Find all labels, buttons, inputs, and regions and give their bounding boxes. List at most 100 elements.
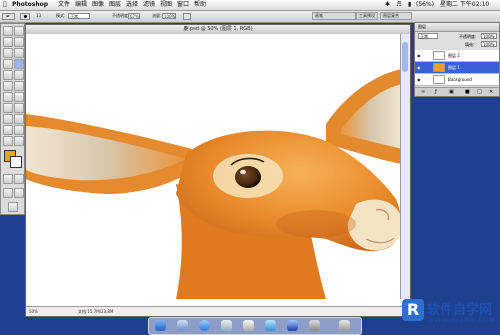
menu-image[interactable]: 图像 bbox=[92, 1, 104, 9]
mask-icon[interactable]: ▣ bbox=[449, 89, 454, 95]
apple-menu-icon[interactable]:  bbox=[3, 1, 7, 9]
menu-edit[interactable]: 编辑 bbox=[75, 1, 87, 9]
layer-fill-field[interactable]: 100% bbox=[481, 41, 497, 47]
menu-window[interactable]: 窗口 bbox=[177, 1, 189, 9]
tab-layer-comps[interactable]: 图层复合 bbox=[380, 12, 412, 20]
battery-icon[interactable]: ▮ bbox=[408, 1, 411, 9]
layers-panel-header: 图层 bbox=[415, 23, 499, 32]
bluetooth-icon[interactable]: ✱ bbox=[385, 1, 390, 9]
layer-blend-mode[interactable]: 正常 bbox=[418, 33, 438, 39]
history-brush-tool-icon[interactable] bbox=[14, 70, 24, 80]
iphoto-icon[interactable] bbox=[243, 320, 254, 331]
mode-select[interactable]: 正常 bbox=[68, 13, 90, 19]
blur-tool-icon[interactable] bbox=[3, 92, 13, 102]
trash-icon[interactable]: ✕ bbox=[489, 89, 493, 95]
layer-fill-label: 填充: bbox=[465, 42, 475, 47]
mail-icon[interactable] bbox=[177, 320, 188, 331]
stamp-tool-icon[interactable] bbox=[3, 70, 13, 80]
menu-select[interactable]: 选择 bbox=[126, 1, 138, 9]
volume-icon[interactable]: ♬ bbox=[396, 1, 401, 9]
menu-filter[interactable]: 滤镜 bbox=[143, 1, 155, 9]
healing-tool-icon[interactable] bbox=[3, 59, 13, 69]
dodge-tool-icon[interactable] bbox=[14, 92, 24, 102]
logo-url: WWW.RJZXW.COM bbox=[428, 317, 496, 324]
layer-style-icon[interactable]: ƒ bbox=[435, 89, 437, 95]
screen-mode-icon[interactable] bbox=[3, 188, 13, 198]
eye-icon[interactable]: ◉ bbox=[417, 53, 423, 59]
gradient-tool-icon[interactable] bbox=[14, 81, 24, 91]
tool-preset-picker[interactable]: ✒ bbox=[2, 13, 15, 20]
itunes-icon[interactable] bbox=[221, 320, 232, 331]
menu-bar:  Photoshop 文件 编辑 图像 图层 选择 滤镜 视图 窗口 帮助 ✱… bbox=[0, 0, 500, 11]
layer-row[interactable]: ◉ 图层 2 bbox=[415, 50, 499, 62]
vertical-scroll-thumb[interactable] bbox=[402, 42, 408, 72]
jump-to-imageready-icon[interactable] bbox=[8, 202, 18, 212]
tab-brushes[interactable]: 画笔 bbox=[312, 12, 356, 20]
pen-tool-icon[interactable] bbox=[3, 114, 13, 124]
document-window: 鹿.psd @ 50% (图层 1, RGB) 50% 文档:15.7M/23.… bbox=[25, 24, 411, 317]
logo-mark: R bbox=[402, 299, 424, 321]
zoom-readout[interactable]: 50% bbox=[29, 307, 38, 316]
marquee-tool-icon[interactable] bbox=[3, 26, 13, 36]
layer-opacity-field[interactable]: 100% bbox=[481, 33, 497, 39]
flow-label: 流量: bbox=[152, 13, 162, 18]
layer-row[interactable]: ◉ Background bbox=[415, 74, 499, 86]
lasso-tool-icon[interactable] bbox=[3, 37, 13, 47]
doc-size-readout: 文档:15.7M/23.8M bbox=[78, 309, 114, 314]
layer-name[interactable]: 图层 2 bbox=[448, 53, 460, 59]
opacity-field[interactable]: 67% bbox=[128, 13, 140, 19]
deer-eye bbox=[235, 166, 261, 188]
canvas[interactable] bbox=[26, 34, 402, 299]
airbrush-toggle[interactable] bbox=[183, 13, 191, 20]
layer-name[interactable]: 图层 1 bbox=[448, 65, 460, 71]
clock[interactable]: 星期二 下午02:10 bbox=[440, 1, 489, 9]
quick-mask-mode-icon[interactable] bbox=[14, 174, 24, 184]
zoom-tool-icon[interactable] bbox=[14, 136, 24, 146]
background-color-swatch[interactable] bbox=[10, 156, 22, 168]
menu-app-name[interactable]: Photoshop bbox=[12, 1, 48, 9]
eraser-tool-icon[interactable] bbox=[3, 81, 13, 91]
brush-picker[interactable] bbox=[20, 13, 30, 20]
trash-icon[interactable] bbox=[339, 320, 350, 331]
notes-tool-icon[interactable] bbox=[3, 125, 13, 135]
menu-view[interactable]: 视图 bbox=[160, 1, 172, 9]
folder-icon[interactable]: ■ bbox=[465, 89, 470, 95]
shape-tool-icon[interactable] bbox=[14, 114, 24, 124]
vertical-scrollbar[interactable] bbox=[400, 34, 410, 299]
eye-icon[interactable]: ◉ bbox=[417, 77, 423, 83]
link-layers-icon[interactable]: ∞ bbox=[421, 89, 425, 95]
flow-field[interactable]: 100% bbox=[162, 13, 176, 19]
photoshop-icon[interactable] bbox=[287, 320, 298, 331]
layers-panel: 图层 正常 不透明度: 100% 填充: 100% ◉ 图层 2 ◉ 图层 1 … bbox=[414, 22, 500, 97]
magic-wand-tool-icon[interactable] bbox=[14, 37, 24, 47]
menu-layer[interactable]: 图层 bbox=[109, 1, 121, 9]
slice-tool-icon[interactable] bbox=[14, 48, 24, 58]
menu-file[interactable]: 文件 bbox=[58, 1, 70, 9]
ichat-icon[interactable] bbox=[265, 320, 276, 331]
type-tool-icon[interactable] bbox=[14, 103, 24, 113]
tab-tool-presets[interactable]: 工具预设 bbox=[356, 12, 378, 20]
brush-tool-icon[interactable] bbox=[14, 59, 24, 69]
finder-icon[interactable] bbox=[155, 320, 166, 331]
settings-icon[interactable] bbox=[309, 320, 320, 331]
new-layer-icon[interactable]: □ bbox=[477, 89, 482, 95]
horizontal-scrollbar[interactable]: 50% 文档:15.7M/23.8M bbox=[26, 306, 410, 316]
fullscreen-mode-icon[interactable] bbox=[14, 188, 24, 198]
path-select-tool-icon[interactable] bbox=[3, 103, 13, 113]
eyedropper-tool-icon[interactable] bbox=[14, 125, 24, 135]
logo-title: 软件自学网 bbox=[427, 303, 493, 318]
layer-row[interactable]: ◉ 图层 1 bbox=[415, 62, 499, 74]
safari-icon[interactable] bbox=[199, 320, 210, 331]
layer-name[interactable]: Background bbox=[448, 77, 472, 82]
hand-tool-icon[interactable] bbox=[3, 136, 13, 146]
crop-tool-icon[interactable] bbox=[3, 48, 13, 58]
menu-help[interactable]: 帮助 bbox=[194, 1, 206, 9]
brush-size-label: 13 bbox=[36, 13, 42, 18]
layer-thumbnail bbox=[433, 75, 445, 84]
move-tool-icon[interactable] bbox=[14, 26, 24, 36]
battery-percent: (56%) bbox=[416, 1, 435, 8]
tab-layers[interactable]: 图层 bbox=[418, 24, 426, 30]
eye-icon[interactable]: ◉ bbox=[417, 65, 423, 71]
deer-painting bbox=[26, 69, 402, 299]
standard-mode-icon[interactable] bbox=[3, 174, 13, 184]
